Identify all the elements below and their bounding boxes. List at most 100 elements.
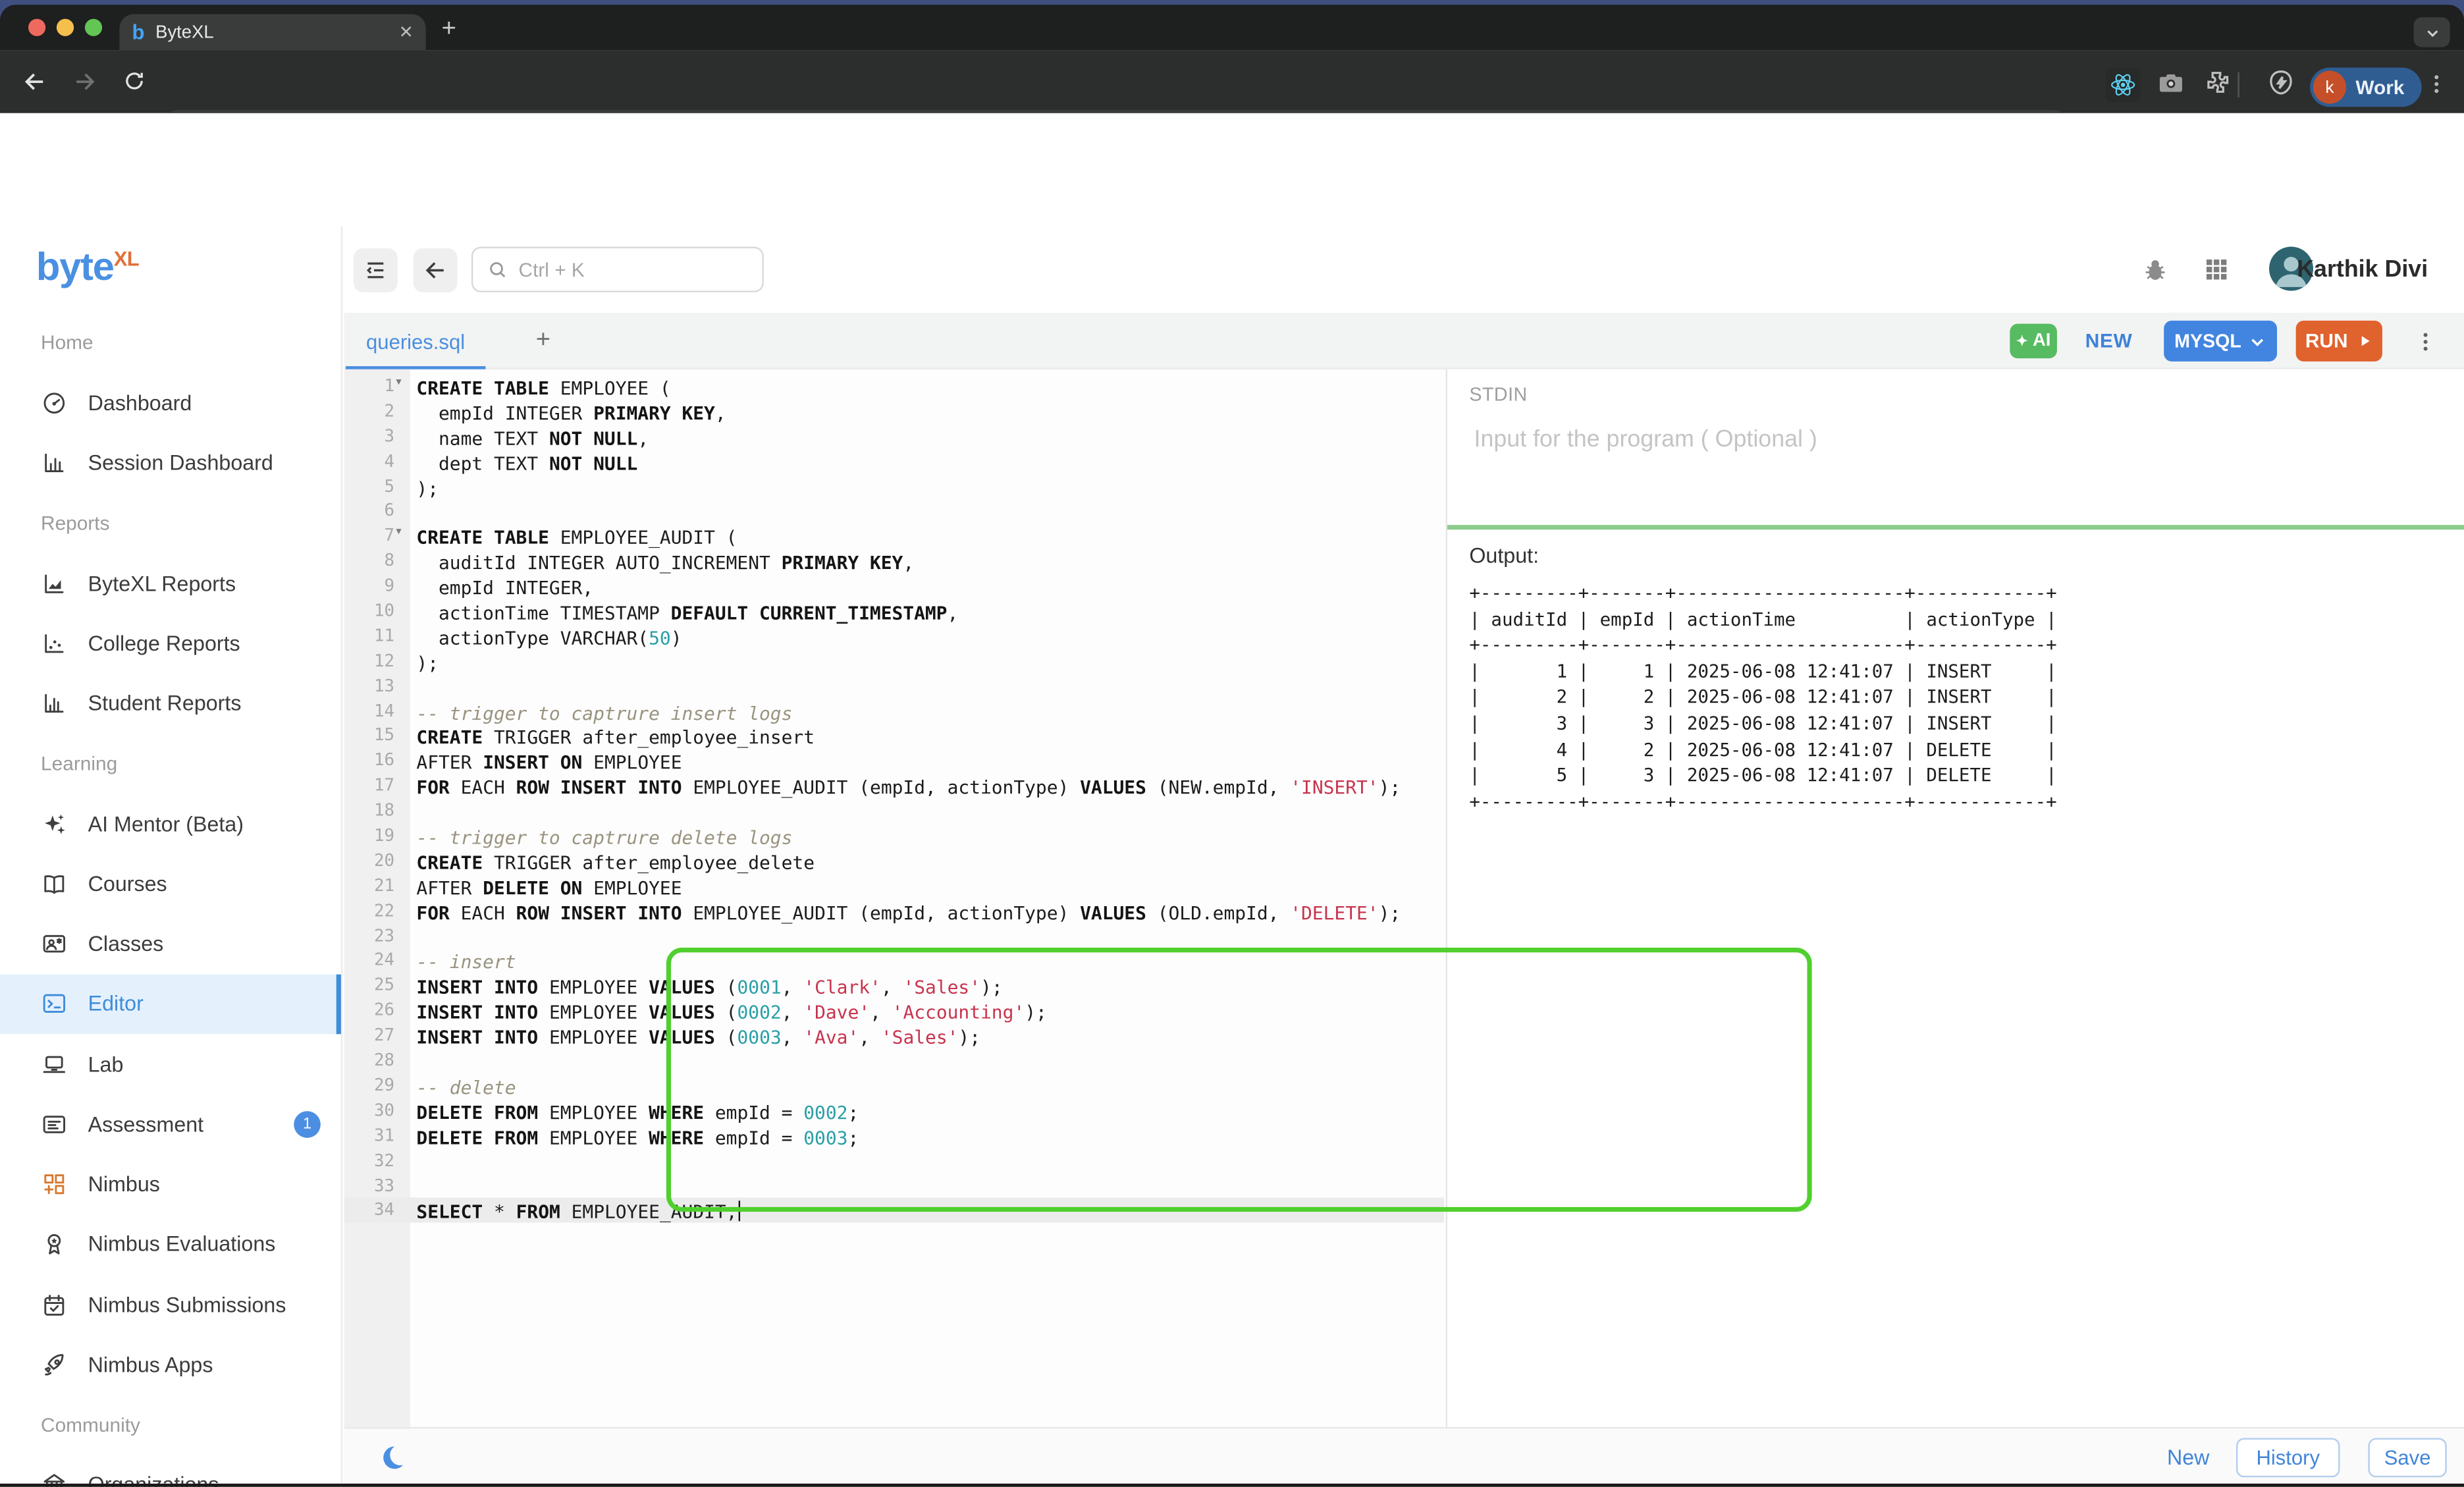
browser-tab-strip: b ByteXL ✕ + [0, 5, 2464, 50]
code-line-17[interactable]: 17FOR EACH ROW INSERT INTO EMPLOYEE_AUDI… [344, 774, 1445, 799]
fold-arrow-icon[interactable]: ▾ [396, 526, 401, 538]
code-line-22[interactable]: 22FOR EACH ROW INSERT INTO EMPLOYEE_AUDI… [344, 898, 1445, 923]
sidebar-item-label: Session Dashboard [88, 451, 273, 475]
add-file-button[interactable]: + [536, 327, 550, 355]
window-zoom-button[interactable] [85, 19, 102, 36]
code-line-30[interactable]: 30DELETE FROM EMPLOYEE WHERE empId = 000… [344, 1098, 1445, 1123]
browser-menu-icon[interactable] [2424, 70, 2448, 97]
footer-new-button[interactable]: New [2167, 1446, 2209, 1470]
browser-tab[interactable]: b ByteXL ✕ [119, 14, 425, 50]
line-number: 26 [344, 998, 410, 1023]
code-line-24[interactable]: 24-- insert [344, 948, 1445, 973]
editor-menu-icon[interactable] [2414, 329, 2438, 356]
code-line-4[interactable]: 4 dept TEXT NOT NULL [344, 449, 1445, 474]
back-button[interactable] [414, 248, 458, 292]
screenshot-extension-icon[interactable] [2156, 68, 2185, 97]
code-line-23[interactable]: 23 [344, 923, 1445, 948]
code-line-6[interactable]: 6 [344, 499, 1445, 524]
sidebar-item-classes[interactable]: Classes [0, 914, 341, 974]
code-line-7[interactable]: 7▾CREATE TABLE EMPLOYEE_AUDIT ( [344, 524, 1445, 549]
sidebar-toggle-button[interactable] [354, 248, 398, 292]
tab-close-icon[interactable]: ✕ [399, 22, 414, 42]
reload-icon[interactable] [122, 69, 147, 94]
code-line-8[interactable]: 8 auditId INTEGER AUTO_INCREMENT PRIMARY… [344, 549, 1445, 574]
language-select-button[interactable]: MYSQL [2164, 321, 2277, 362]
sidebar-item-dashboard[interactable]: Dashboard [0, 373, 341, 433]
code-line-28[interactable]: 28 [344, 1048, 1445, 1073]
code-line-2[interactable]: 2 empId INTEGER PRIMARY KEY, [344, 399, 1445, 424]
sidebar-item-label: Classes [88, 932, 164, 956]
code-line-16[interactable]: 16AFTER INSERT ON EMPLOYEE [344, 749, 1445, 774]
run-button[interactable]: RUN [2296, 321, 2382, 362]
sidebar-item-session-dashboard[interactable]: Session Dashboard [0, 433, 341, 493]
code-line-13[interactable]: 13 [344, 674, 1445, 699]
window-minimize-button[interactable] [57, 19, 74, 36]
debug-bug-icon[interactable] [2142, 256, 2170, 284]
play-icon [2357, 333, 2373, 349]
stdin-input[interactable]: Input for the program ( Optional ) [1474, 426, 2442, 514]
code-line-32[interactable]: 32 [344, 1149, 1445, 1174]
tab-search-button[interactable] [2414, 17, 2450, 47]
energy-saver-icon[interactable] [2266, 68, 2295, 97]
code-line-27[interactable]: 27INSERT INTO EMPLOYEE VALUES (0003, 'Av… [344, 1023, 1445, 1048]
react-devtools-icon[interactable] [2106, 68, 2141, 103]
code-editor[interactable]: 1▾CREATE TABLE EMPLOYEE (2 empId INTEGER… [344, 369, 1445, 1427]
sidebar-item-organizations[interactable]: Organizations [0, 1455, 341, 1487]
code-text: empId INTEGER PRIMARY KEY, [416, 402, 726, 424]
code-line-20[interactable]: 20CREATE TRIGGER after_employee_delete [344, 849, 1445, 874]
code-line-15[interactable]: 15CREATE TRIGGER after_employee_insert [344, 724, 1445, 749]
code-line-18[interactable]: 18 [344, 799, 1445, 824]
window-close-button[interactable] [28, 19, 45, 36]
sidebar-item-nimbus-submissions[interactable]: Nimbus Submissions [0, 1274, 341, 1334]
code-line-21[interactable]: 21AFTER DELETE ON EMPLOYEE [344, 873, 1445, 898]
code-line-9[interactable]: 9 empId INTEGER, [344, 574, 1445, 599]
browser-profile-button[interactable]: k Work [2310, 68, 2422, 107]
code-text: auditId INTEGER AUTO_INCREMENT PRIMARY K… [416, 552, 914, 574]
sidebar-item-college-reports[interactable]: College Reports [0, 613, 341, 673]
search-input[interactable]: Ctrl + K [471, 247, 764, 292]
ai-button[interactable]: ✦AI [2010, 324, 2057, 359]
forward-icon[interactable] [72, 69, 97, 94]
code-line-3[interactable]: 3 name TEXT NOT NULL, [344, 424, 1445, 449]
fold-arrow-icon[interactable]: ▾ [396, 375, 401, 388]
sidebar-item-bytexl-reports[interactable]: ByteXL Reports [0, 553, 341, 613]
sidebar-item-courses[interactable]: Courses [0, 853, 341, 913]
user-name[interactable]: Karthik Divi [2297, 256, 2428, 283]
sidebar-item-nimbus[interactable]: Nimbus [0, 1154, 341, 1214]
dark-mode-toggle-icon[interactable] [377, 1443, 407, 1473]
back-icon[interactable] [22, 69, 47, 94]
code-text: AFTER DELETE ON EMPLOYEE [416, 877, 682, 898]
new-tab-button[interactable]: + [442, 16, 456, 44]
code-line-25[interactable]: 25INSERT INTO EMPLOYEE VALUES (0001, 'Cl… [344, 973, 1445, 998]
apps-grid-icon[interactable] [2203, 256, 2232, 284]
extensions-puzzle-icon[interactable] [2203, 68, 2232, 96]
tab-queries-sql[interactable]: queries.sql [344, 313, 487, 369]
code-line-29[interactable]: 29-- delete [344, 1073, 1445, 1098]
sidebar-item-lab[interactable]: Lab [0, 1034, 341, 1094]
code-line-14[interactable]: 14-- trigger to captrure insert logs [344, 699, 1445, 724]
lab-icon [41, 1051, 68, 1078]
line-number: 33 [344, 1174, 410, 1199]
code-line-5[interactable]: 5); [344, 474, 1445, 499]
history-button[interactable]: History [2236, 1438, 2340, 1478]
save-button[interactable]: Save [2368, 1438, 2446, 1478]
code-line-31[interactable]: 31DELETE FROM EMPLOYEE WHERE empId = 000… [344, 1123, 1445, 1149]
sidebar-item-ai-mentor-beta[interactable]: AI Mentor (Beta) [0, 794, 341, 853]
code-line-10[interactable]: 10 actionTime TIMESTAMP DEFAULT CURRENT_… [344, 599, 1445, 624]
panel-splitter[interactable] [1447, 525, 2464, 529]
code-line-33[interactable]: 33 [344, 1174, 1445, 1199]
sidebar-item-assessment[interactable]: Assessment1 [0, 1095, 341, 1154]
code-line-12[interactable]: 12); [344, 649, 1445, 674]
code-line-34[interactable]: 34SELECT * FROM EMPLOYEE_AUDIT; [344, 1198, 1445, 1223]
code-line-1[interactable]: 1▾CREATE TABLE EMPLOYEE ( [344, 374, 1445, 399]
new-file-button[interactable]: NEW [2085, 330, 2133, 352]
sidebar-item-student-reports[interactable]: Student Reports [0, 674, 341, 734]
code-line-26[interactable]: 26INSERT INTO EMPLOYEE VALUES (0002, 'Da… [344, 998, 1445, 1023]
sidebar-item-nimbus-apps[interactable]: Nimbus Apps [0, 1335, 341, 1395]
sidebar-item-nimbus-evaluations[interactable]: Nimbus Evaluations [0, 1214, 341, 1274]
session-dashboard-icon [41, 450, 68, 477]
code-line-19[interactable]: 19-- trigger to captrure delete logs [344, 824, 1445, 849]
sidebar-item-editor[interactable]: Editor [0, 974, 341, 1034]
code-line-11[interactable]: 11 actionType VARCHAR(50) [344, 624, 1445, 649]
bytexl-logo[interactable]: byteXL [36, 245, 139, 290]
